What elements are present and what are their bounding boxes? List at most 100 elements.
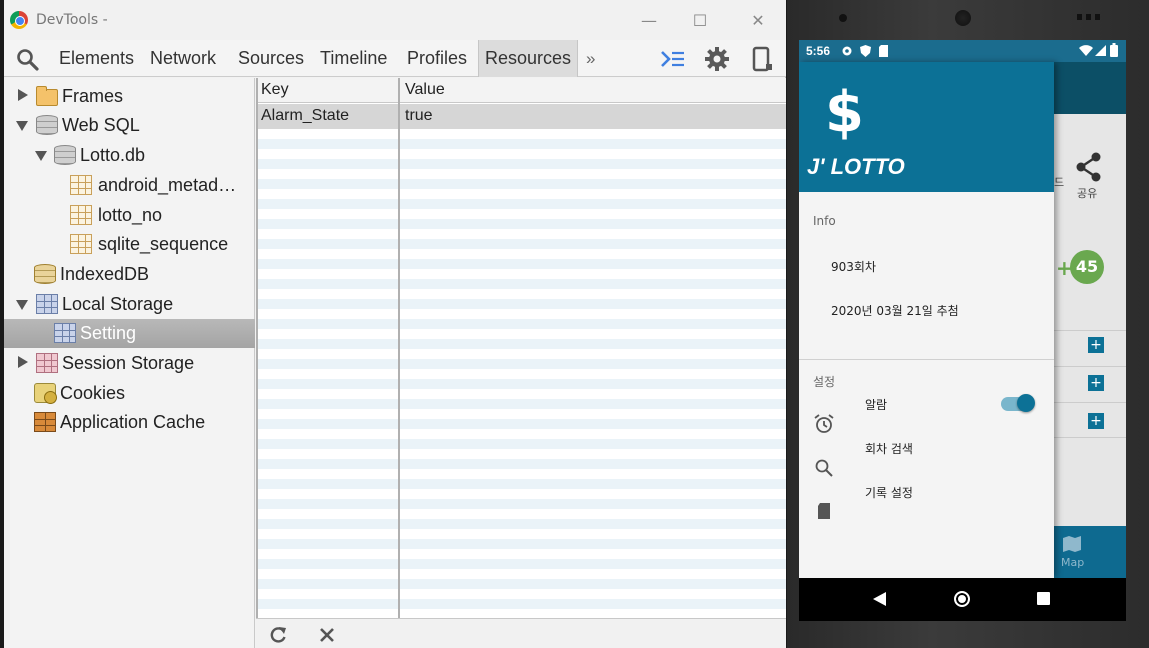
tree-item-websql[interactable]: Web SQL [4, 111, 255, 140]
collapse-arrow-icon[interactable] [16, 121, 28, 131]
panel-tab-bar: Elements Network Sources Timeline Profil… [4, 40, 786, 77]
gear-icon[interactable] [704, 46, 730, 72]
tree-item-android-metadata[interactable]: android_metad… [4, 171, 255, 200]
tree-item-lotto-db[interactable]: Lotto.db [4, 141, 255, 170]
search-icon [815, 459, 833, 477]
tree-label: Session Storage [62, 353, 195, 373]
column-divider[interactable] [398, 78, 400, 618]
tree-label: Setting [80, 323, 137, 343]
tree-label: Application Cache [60, 412, 206, 432]
maximize-button[interactable]: ☐ [685, 8, 715, 34]
map-tab-label[interactable]: Map [1061, 556, 1084, 569]
tab-profiles[interactable]: Profiles [407, 40, 467, 77]
table-icon [70, 205, 92, 225]
sensor-grille [1077, 14, 1101, 20]
add-icon[interactable]: + [1088, 375, 1104, 391]
grid-status-bar [256, 618, 786, 648]
share-icon[interactable] [1075, 152, 1103, 182]
android-status-bar: 5:56 [799, 40, 1126, 62]
tab-resources[interactable]: Resources [478, 40, 579, 77]
tree-label: Local Storage [62, 294, 174, 314]
database-icon [36, 115, 58, 135]
tab-timeline[interactable]: Timeline [320, 40, 387, 77]
tree-label: Lotto.db [80, 145, 146, 165]
add-icon[interactable]: + [1088, 413, 1104, 429]
phone-screen: 5:56 드 공유 + 45 + + + Map $ J' LOTTO Info… [799, 40, 1126, 578]
cell-value[interactable]: true [405, 107, 433, 125]
alarm-toggle-knob[interactable] [1017, 394, 1035, 412]
wifi-status-icon [1079, 45, 1093, 56]
expand-arrow-icon[interactable] [18, 356, 28, 368]
expand-arrow-icon[interactable] [18, 89, 28, 101]
device-mode-icon[interactable] [752, 46, 772, 72]
earpiece [955, 10, 971, 26]
round-number: 903회차 [831, 260, 876, 274]
storage-origin-icon [54, 323, 76, 343]
tab-elements[interactable]: Elements [59, 40, 134, 77]
tab-network[interactable]: Network [150, 40, 216, 77]
drawer-header: $ J' LOTTO [799, 62, 1054, 192]
sd-card-status-icon [879, 45, 888, 57]
local-storage-icon [36, 294, 58, 314]
battery-status-icon [1110, 43, 1118, 57]
recent-apps-button[interactable] [1037, 592, 1050, 605]
tree-item-sqlite-sequence[interactable]: sqlite_sequence [4, 230, 255, 259]
record-settings-menu-label[interactable]: 기록 설정 [865, 484, 913, 501]
tree-item-frames[interactable]: Frames [4, 82, 255, 111]
round-search-menu-label[interactable]: 회차 검색 [865, 440, 913, 457]
info-section-label: Info [813, 214, 836, 228]
collapse-arrow-icon[interactable] [16, 300, 28, 310]
share-label: 공유 [1077, 187, 1098, 200]
app-name: J' LOTTO [807, 154, 905, 179]
add-icon[interactable]: + [1088, 337, 1104, 353]
chrome-logo-icon [10, 11, 28, 29]
resources-tree: Frames Web SQL Lotto.db android_metad… l… [4, 78, 255, 648]
tree-item-indexeddb[interactable]: IndexedDB [4, 260, 255, 289]
grid-left-border [256, 78, 258, 618]
tree-item-local-storage[interactable]: Local Storage [4, 290, 255, 319]
grid-empty-rows [256, 129, 786, 618]
draw-date: 2020년 03월 21일 추첨 [831, 304, 959, 318]
tree-label: sqlite_sequence [98, 234, 229, 254]
console-drawer-icon[interactable] [660, 48, 686, 70]
session-storage-icon [36, 353, 58, 373]
minimize-button[interactable]: — [634, 8, 664, 34]
tree-label: IndexedDB [60, 264, 150, 284]
tree-item-lotto-no[interactable]: lotto_no [4, 201, 255, 230]
partial-label: 드 [1054, 176, 1065, 189]
table-icon [70, 234, 92, 254]
refresh-icon[interactable] [268, 625, 288, 645]
title-bar: DevTools - — ☐ ✕ [4, 0, 786, 40]
devtools-window: DevTools - — ☐ ✕ Elements Network Source… [4, 0, 786, 648]
delete-icon[interactable] [318, 626, 336, 644]
more-tabs-button[interactable]: » [586, 40, 595, 77]
application-cache-icon [34, 412, 56, 432]
tree-item-setting[interactable]: Setting [4, 319, 255, 348]
grid-header: Key Value [256, 78, 786, 103]
cell-key[interactable]: Alarm_State [261, 107, 349, 125]
column-header-key[interactable]: Key [261, 81, 289, 99]
tree-label: Cookies [60, 383, 126, 403]
tree-item-cookies[interactable]: Cookies [4, 379, 255, 408]
tree-label: Frames [62, 86, 124, 106]
front-camera [839, 14, 847, 22]
settings-section-label: 설정 [813, 375, 836, 389]
collapse-arrow-icon[interactable] [35, 151, 47, 161]
signal-status-icon [1095, 45, 1106, 56]
tree-item-application-cache[interactable]: Application Cache [4, 408, 255, 437]
storage-data-grid: Key Value Alarm_State true [256, 78, 786, 618]
settings-status-icon [842, 46, 852, 56]
close-button[interactable]: ✕ [743, 8, 773, 34]
table-row[interactable]: Alarm_State true [256, 104, 786, 129]
map-icon[interactable] [1063, 536, 1081, 552]
home-button[interactable] [954, 591, 970, 607]
android-navigation-bar [799, 578, 1126, 621]
tab-sources[interactable]: Sources [238, 40, 304, 77]
search-icon[interactable] [16, 48, 40, 72]
alarm-menu-label[interactable]: 알람 [865, 396, 887, 413]
table-icon [70, 175, 92, 195]
column-header-value[interactable]: Value [405, 81, 445, 99]
back-button[interactable] [873, 592, 886, 606]
alarm-clock-icon [814, 414, 834, 433]
tree-item-session-storage[interactable]: Session Storage [4, 349, 255, 378]
